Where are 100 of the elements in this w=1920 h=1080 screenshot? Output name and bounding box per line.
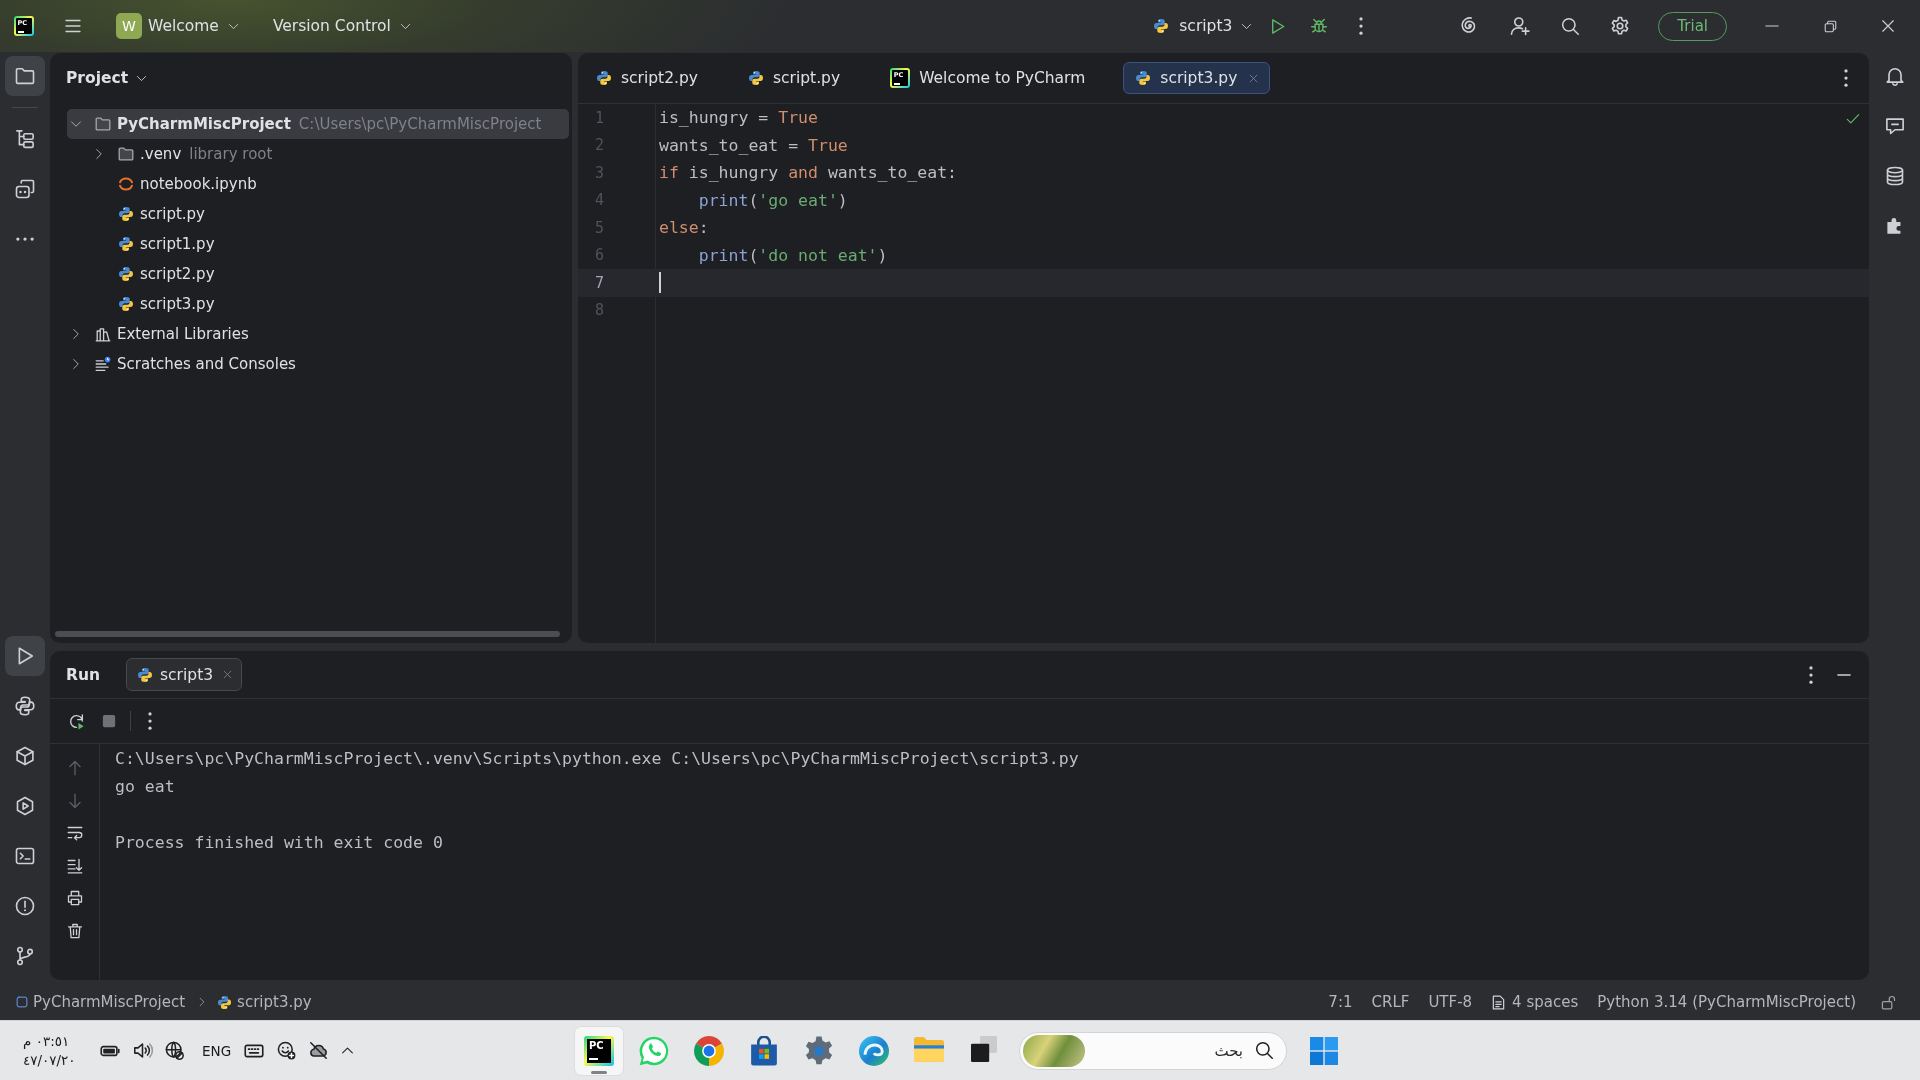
smiley-plus-icon[interactable] (277, 1041, 297, 1060)
settings-icon (804, 1035, 834, 1066)
structure-icon (15, 129, 35, 149)
cloud-off-icon[interactable] (309, 1041, 329, 1060)
chevron-up-icon[interactable] (341, 1044, 355, 1057)
bell-icon[interactable] (1884, 66, 1905, 86)
editor-tab[interactable]: script2.py (584, 62, 710, 94)
tree-item[interactable]: script.py (67, 199, 569, 229)
bug-icon[interactable] (1310, 17, 1329, 35)
line-number: 7 (594, 273, 606, 292)
start-icon[interactable] (1310, 1036, 1338, 1065)
code-line: is_hungry = True (659, 108, 818, 128)
clock-time[interactable]: ٠٣:٥١ م (23, 1031, 70, 1051)
chevron-right-icon[interactable] (70, 328, 82, 340)
more-icon[interactable] (1809, 665, 1813, 684)
tree-item[interactable]: script1.py (67, 229, 569, 259)
tree-item[interactable]: .venv library root (67, 139, 569, 169)
status-item[interactable]: 4 spaces (1491, 993, 1579, 1011)
books-icon (95, 326, 111, 342)
more-icon[interactable] (1844, 69, 1848, 87)
tree-item-hint: C:\Users\pc\PyCharmMiscProject (298, 115, 542, 133)
code-line: else: (659, 218, 709, 238)
code-line: print('do not eat') (697, 245, 888, 265)
breadcrumb[interactable]: script3.py (217, 993, 312, 1011)
square-icon (16, 996, 28, 1008)
run-configuration[interactable]: script3 (1149, 10, 1257, 42)
globe-blocked-icon[interactable] (165, 1041, 184, 1060)
settings-icon[interactable] (1610, 16, 1631, 36)
browser-icon (694, 1035, 724, 1066)
clock-date[interactable]: ٤٧/٠٧/٢٠ (23, 1050, 76, 1070)
more-icon[interactable] (1359, 17, 1364, 35)
branch-icon (15, 946, 35, 966)
project-switcher[interactable]: W Welcome (110, 10, 245, 42)
editor-tab[interactable]: script3.py (1123, 62, 1271, 94)
status-item[interactable]: CRLF (1371, 993, 1410, 1011)
console-line: Process finished with exit code 0 (115, 832, 444, 854)
trash-icon[interactable] (66, 922, 83, 939)
horizontal-scrollbar[interactable] (55, 631, 560, 637)
status-item[interactable]: 7:1 (1328, 993, 1353, 1011)
chevron-right-icon[interactable] (70, 358, 82, 370)
tree-item[interactable]: Scratches and Consoles (67, 349, 569, 379)
tree-item[interactable]: script3.py (67, 289, 569, 319)
chevron-right-icon[interactable] (93, 148, 105, 160)
database-icon[interactable] (1884, 166, 1905, 186)
line-number: 8 (594, 301, 606, 320)
language-indicator[interactable]: ENG (202, 1042, 232, 1059)
scroll-to-end-icon[interactable] (66, 857, 83, 874)
breadcrumb[interactable]: PyCharmMiscProject (16, 993, 186, 1011)
search-input[interactable]: بحث (1085, 1038, 1243, 1063)
folder-icon (914, 1035, 944, 1062)
close-icon[interactable] (1881, 19, 1895, 33)
project-view-selector[interactable]: Project (64, 63, 150, 93)
add-user-icon[interactable] (1510, 16, 1531, 36)
window-icon (971, 1035, 997, 1062)
tool-window-button[interactable] (5, 636, 45, 676)
folder-icon (118, 146, 134, 162)
python-icon (748, 70, 764, 86)
stop-icon[interactable] (102, 714, 116, 728)
status-item[interactable]: UTF-8 (1428, 993, 1473, 1011)
hexagon-play-icon (15, 796, 35, 816)
line-number: 1 (594, 108, 606, 127)
hide-icon[interactable] (1837, 673, 1851, 676)
python-icon (118, 236, 134, 252)
shopping-bag-icon (750, 1035, 778, 1066)
folder-icon (15, 66, 35, 86)
print-icon[interactable] (66, 890, 83, 907)
status-item[interactable]: Python 3.14 (PyCharmMiscProject) (1597, 993, 1856, 1011)
taskbar-app[interactable]: PC (575, 1026, 623, 1075)
run-tab[interactable]: script3 (126, 658, 243, 691)
tree-item[interactable]: script2.py (67, 259, 569, 289)
speaker-icon[interactable] (133, 1041, 152, 1060)
chevron-down-icon[interactable] (70, 118, 82, 130)
more-icon[interactable] (148, 712, 152, 730)
code-line: if is_hungry and wants_to_eat: (659, 163, 958, 183)
restore-icon[interactable] (1823, 19, 1837, 33)
chat-bubble-icon[interactable] (1884, 116, 1905, 136)
editor-tab[interactable]: script.py (736, 62, 853, 94)
python-icon (217, 994, 233, 1010)
vcs-menu[interactable]: Version Control (266, 10, 417, 42)
search-box[interactable]: بحث (1019, 1031, 1287, 1070)
tool-window-button[interactable] (5, 56, 45, 96)
exclamation-circle-icon (15, 896, 35, 916)
console-line: C:\Users\pc\PyCharmMiscProject\.venv\Scripts\python.exe C:\Users\pc\PyCharmMiscProject\script3.py (115, 748, 1079, 770)
tree-item[interactable]: PyCharmMiscProject C:\Users\pc\PyCharmMiscProject (67, 109, 569, 139)
tree-item[interactable]: notebook.ipynb (67, 169, 569, 199)
search-icon (1255, 1041, 1274, 1060)
line-number: 5 (594, 218, 606, 237)
search-icon[interactable] (1560, 16, 1580, 36)
wave-logo-icon (859, 1035, 889, 1066)
terminal-icon (15, 846, 35, 866)
code-line: wants_to_eat = True (659, 135, 848, 155)
rerun-icon[interactable] (68, 712, 85, 730)
padlock-icon[interactable] (1881, 994, 1896, 1010)
soft-wrap-icon[interactable] (66, 825, 83, 842)
folder-icon (95, 116, 111, 132)
tree-item[interactable]: External Libraries (67, 319, 569, 349)
scratch-list-icon (95, 356, 111, 372)
photo-placeholder (1023, 1034, 1085, 1067)
menu-icon[interactable] (64, 18, 82, 34)
notebook-icon (118, 176, 134, 192)
